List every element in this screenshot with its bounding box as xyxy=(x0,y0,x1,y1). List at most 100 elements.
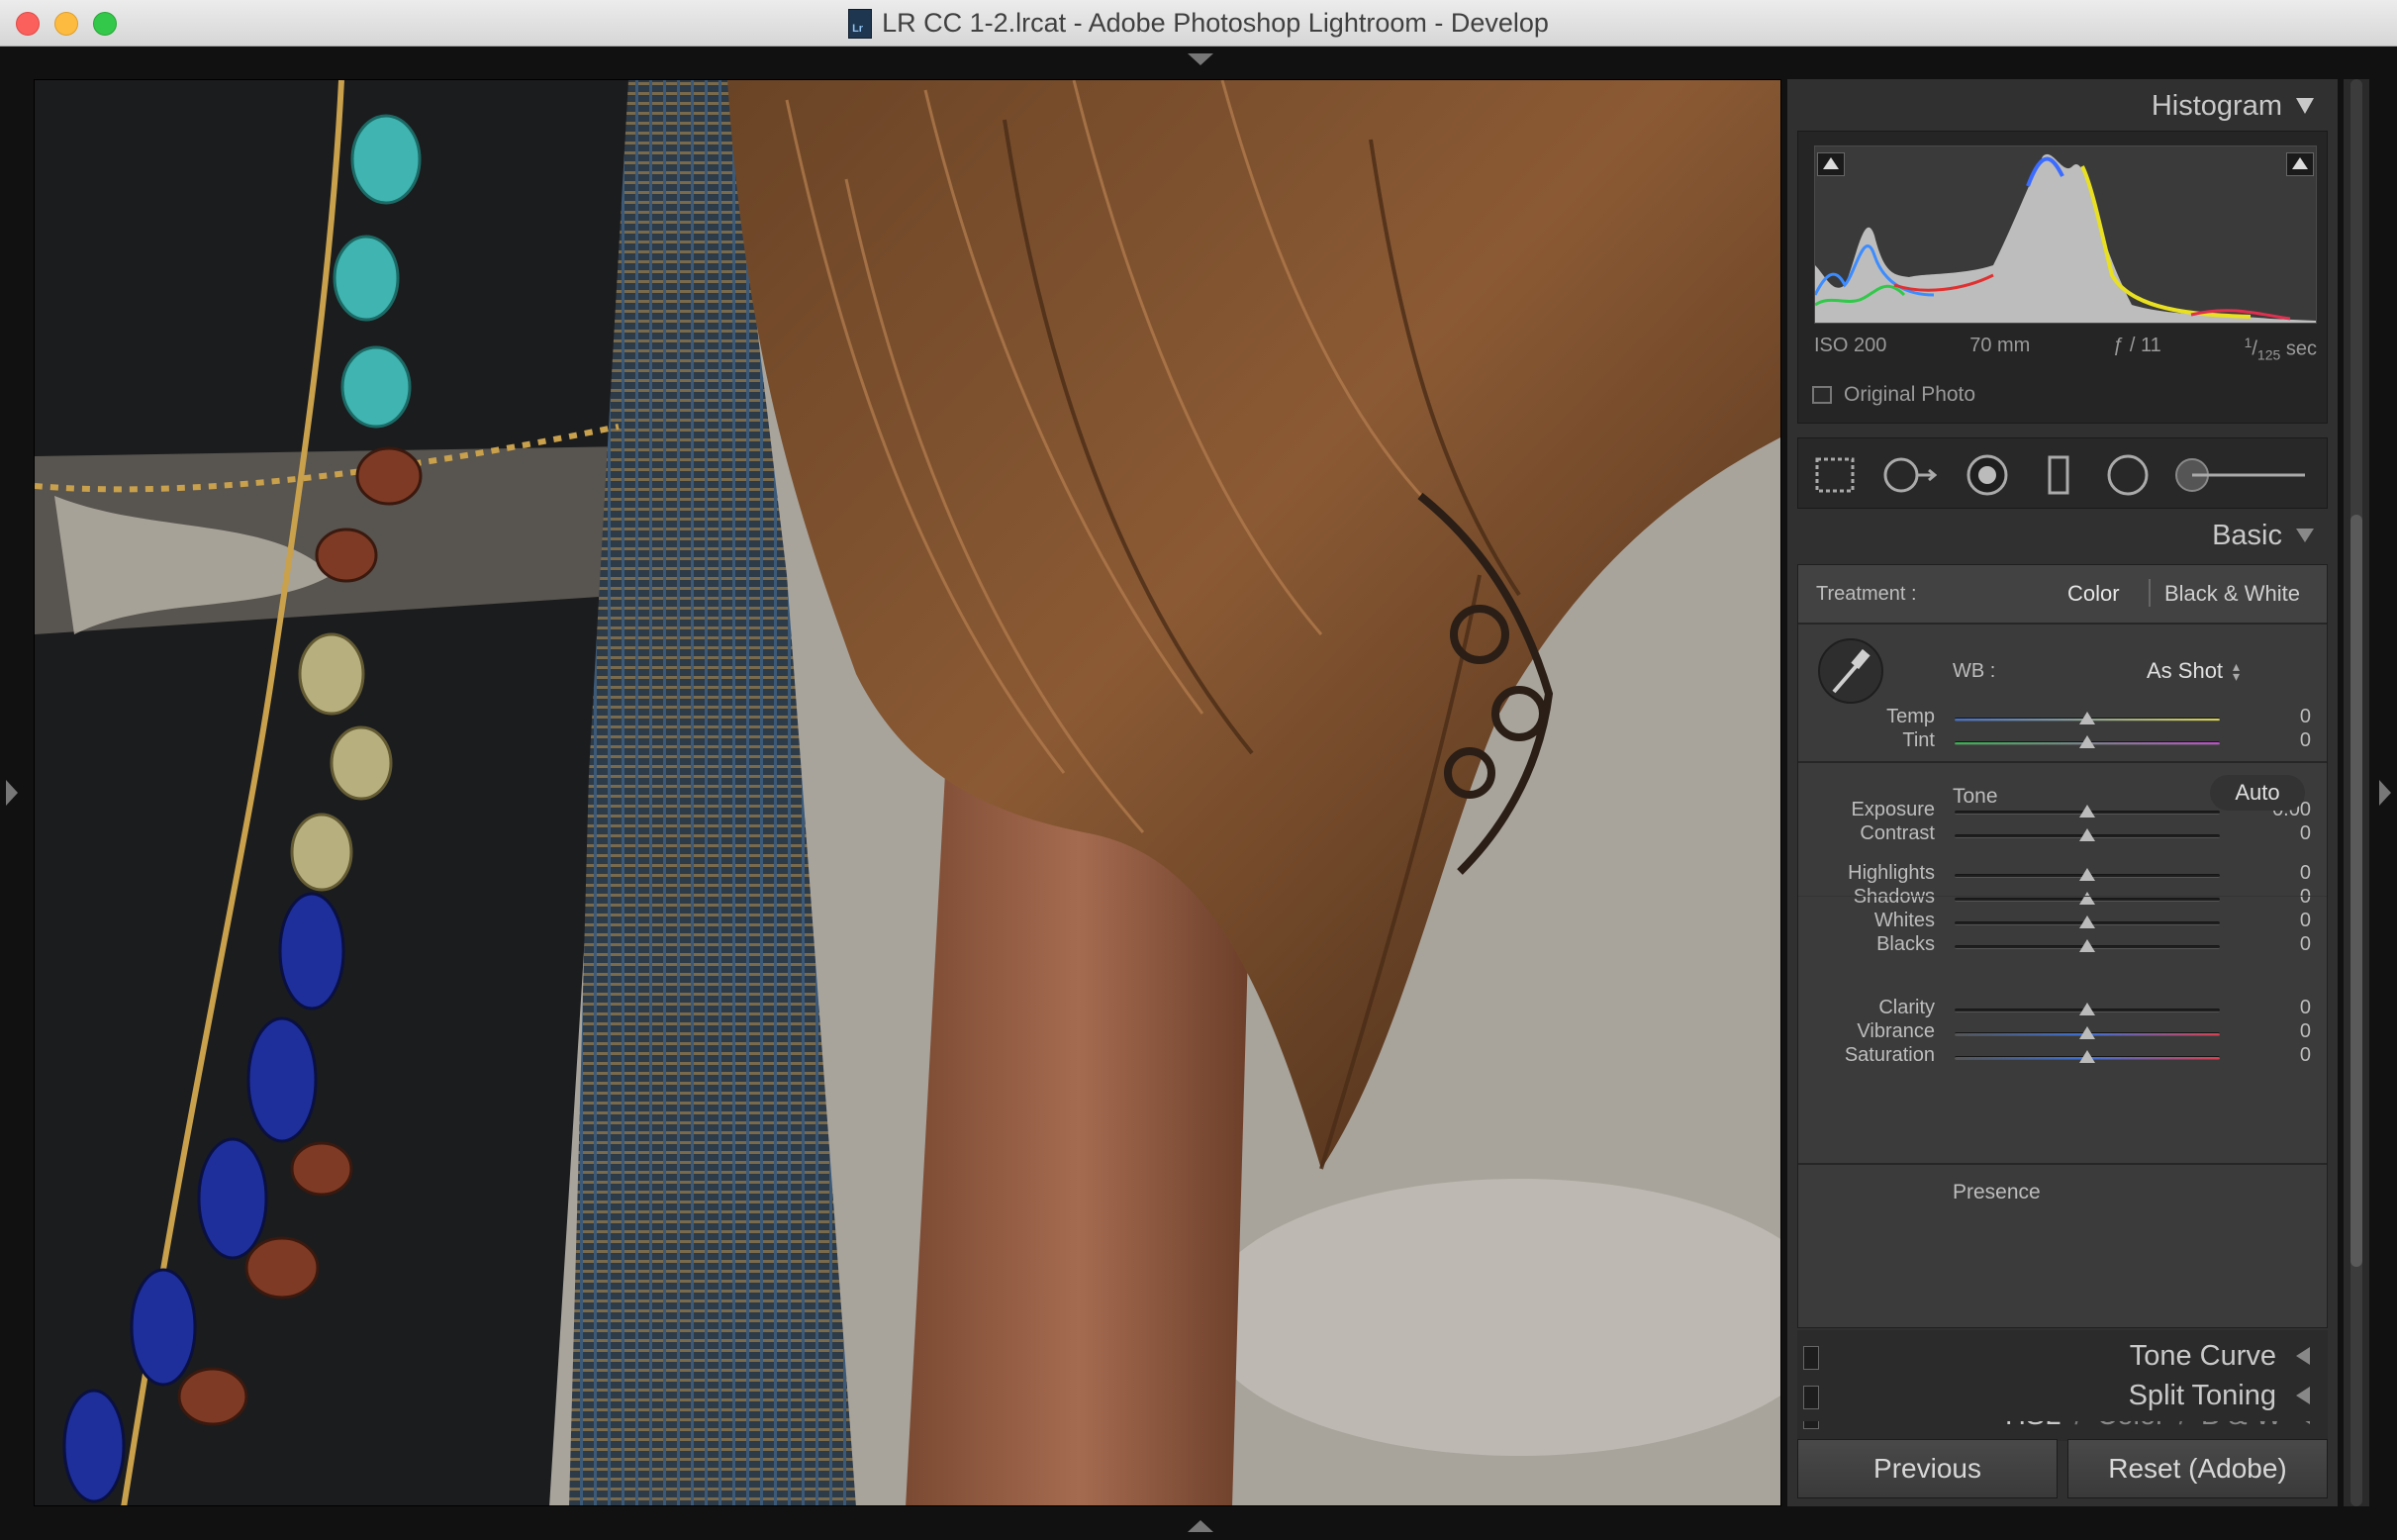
slider-label-whites: Whites xyxy=(1873,910,1935,931)
slider-thumb-temp[interactable] xyxy=(2079,712,2095,724)
slider-value-shadows[interactable]: 0 xyxy=(2252,886,2311,909)
slider-value-clarity[interactable]: 0 xyxy=(2252,997,2311,1019)
histogram-curve xyxy=(1813,146,2316,323)
tone-curve-toggle[interactable] xyxy=(1803,1346,1819,1370)
slider-thumb-tint[interactable] xyxy=(2079,735,2095,748)
slider-label-shadows: Shadows xyxy=(1853,886,1935,908)
eyedropper-icon[interactable] xyxy=(1816,636,1885,706)
original-photo-toggle[interactable]: Original Photo xyxy=(1812,383,1975,407)
tool-strip xyxy=(1797,437,2328,509)
basic-header[interactable]: Basic xyxy=(1787,511,2338,560)
split-toning-section[interactable]: Split Toning xyxy=(1797,1370,2328,1421)
photo-image xyxy=(35,80,1780,1505)
slider-value-contrast[interactable]: 0 xyxy=(2252,822,2311,845)
filmstrip-toggle-icon[interactable] xyxy=(1188,1520,1213,1532)
slider-thumb-vibrance[interactable] xyxy=(2079,1026,2095,1039)
wb-dropdown[interactable]: As Shot ▴ ▾ xyxy=(2147,658,2240,684)
split-toning-title: Split Toning xyxy=(2128,1379,2276,1411)
doc-icon-label: Lr xyxy=(852,22,864,35)
crop-overlay-icon[interactable] xyxy=(1812,452,1858,498)
collapse-triangle-icon[interactable] xyxy=(2296,98,2314,114)
slider-label-contrast: Contrast xyxy=(1860,822,1935,844)
slider-label-vibrance: Vibrance xyxy=(1857,1020,1935,1042)
slider-thumb-clarity[interactable] xyxy=(2079,1003,2095,1015)
slider-label-exposure: Exposure xyxy=(1851,799,1936,820)
photo-canvas[interactable] xyxy=(34,79,1781,1506)
histogram-header[interactable]: Histogram xyxy=(1787,81,2338,131)
separator xyxy=(1798,623,2327,625)
basic-panel: Treatment : Color Black & White WB : As … xyxy=(1797,564,2328,1328)
shutter-num: 1 xyxy=(2244,335,2253,350)
right-panel: Histogram ISO 200 70 mm ƒ / 11 1/125 sec… xyxy=(1787,79,2338,1506)
treatment-color-button[interactable]: Color xyxy=(2067,581,2120,607)
slider-value-temp[interactable]: 0 xyxy=(2252,706,2311,728)
slider-thumb-saturation[interactable] xyxy=(2079,1050,2095,1063)
separator xyxy=(1798,896,2327,897)
slider-thumb-contrast[interactable] xyxy=(2079,828,2095,841)
slider-label-clarity: Clarity xyxy=(1878,997,1935,1018)
treatment-label: Treatment : xyxy=(1816,583,1917,605)
exif-aperture: ƒ / 11 xyxy=(2113,335,2161,356)
slider-label-blacks: Blacks xyxy=(1876,933,1935,955)
right-panel-toggle-icon[interactable] xyxy=(2379,780,2391,806)
updown-chevron-icon: ▴ ▾ xyxy=(2233,658,2241,684)
highlight-clipping-icon[interactable] xyxy=(2286,152,2314,176)
treatment-divider xyxy=(2149,579,2151,607)
exif-focal: 70 mm xyxy=(1969,335,2031,356)
exif-iso: ISO 200 xyxy=(1814,335,1887,356)
wb-value: As Shot xyxy=(2147,658,2224,683)
slider-thumb-blacks[interactable] xyxy=(2079,939,2095,952)
split-toning-toggle[interactable] xyxy=(1803,1386,1819,1409)
expand-triangle-icon[interactable] xyxy=(2296,1347,2310,1365)
shadow-clipping-icon[interactable] xyxy=(1817,152,1845,176)
top-panel-toggle-icon[interactable] xyxy=(1188,53,1213,65)
expand-triangle-icon[interactable] xyxy=(2296,1387,2310,1404)
tone-label: Tone xyxy=(1953,785,1998,808)
spot-removal-icon[interactable] xyxy=(1881,452,1937,498)
slider-thumb-whites[interactable] xyxy=(2079,915,2095,928)
graduated-filter-icon[interactable] xyxy=(2036,452,2081,498)
previous-button[interactable]: Previous xyxy=(1797,1439,2058,1498)
separator xyxy=(1798,1163,2327,1165)
slider-value-blacks[interactable]: 0 xyxy=(2252,933,2311,956)
slider-label-highlights: Highlights xyxy=(1848,862,1935,884)
window-title-group: Lr LR CC 1-2.lrcat - Adobe Photoshop Lig… xyxy=(0,0,2397,47)
slider-value-whites[interactable]: 0 xyxy=(2252,910,2311,932)
wb-label: WB : xyxy=(1953,660,1996,682)
slider-thumb-highlights[interactable] xyxy=(2079,868,2095,881)
tone-curve-title: Tone Curve xyxy=(2129,1339,2276,1372)
reset-button[interactable]: Reset (Adobe) xyxy=(2067,1439,2328,1498)
auto-tone-label: Auto xyxy=(2235,780,2280,805)
histogram-panel: ISO 200 70 mm ƒ / 11 1/125 sec Original … xyxy=(1797,131,2328,424)
adjustment-brush-icon[interactable] xyxy=(2172,452,2311,498)
auto-tone-button[interactable]: Auto xyxy=(2210,775,2305,811)
original-photo-label: Original Photo xyxy=(1844,383,1976,406)
histogram-title: Histogram xyxy=(2151,89,2282,122)
histogram-graph[interactable] xyxy=(1813,145,2317,324)
shutter-den: 125 xyxy=(2256,346,2281,363)
previous-label: Previous xyxy=(1873,1453,1981,1484)
treatment-bw-button[interactable]: Black & White xyxy=(2164,581,2300,607)
slider-value-saturation[interactable]: 0 xyxy=(2252,1044,2311,1067)
exif-shutter: 1/125 sec xyxy=(2244,335,2317,363)
title-bar: Lr LR CC 1-2.lrcat - Adobe Photoshop Lig… xyxy=(0,0,2397,47)
slider-value-vibrance[interactable]: 0 xyxy=(2252,1020,2311,1043)
lightroom-doc-icon: Lr xyxy=(848,8,873,39)
red-eye-icon[interactable] xyxy=(1965,452,2010,498)
slider-value-highlights[interactable]: 0 xyxy=(2252,862,2311,885)
split-toning-wrap: Split Toning xyxy=(1787,1370,2338,1429)
panel-scrollbar[interactable] xyxy=(2344,79,2369,1506)
left-panel-toggle-icon[interactable] xyxy=(6,780,18,806)
scroll-thumb[interactable] xyxy=(2350,515,2362,1267)
bottom-button-bar: Previous Reset (Adobe) xyxy=(1797,1439,2328,1498)
basic-title: Basic xyxy=(2212,519,2282,551)
slider-value-tint[interactable]: 0 xyxy=(2252,729,2311,752)
slider-label-saturation: Saturation xyxy=(1844,1044,1935,1066)
slider-thumb-shadows[interactable] xyxy=(2079,892,2095,905)
slider-thumb-exposure[interactable] xyxy=(2079,805,2095,818)
shutter-unit: sec xyxy=(2285,337,2317,360)
radial-filter-icon[interactable] xyxy=(2105,452,2151,498)
collapse-triangle-icon[interactable] xyxy=(2296,529,2314,542)
original-photo-checkbox[interactable] xyxy=(1812,386,1832,404)
reset-label: Reset (Adobe) xyxy=(2108,1453,2287,1484)
